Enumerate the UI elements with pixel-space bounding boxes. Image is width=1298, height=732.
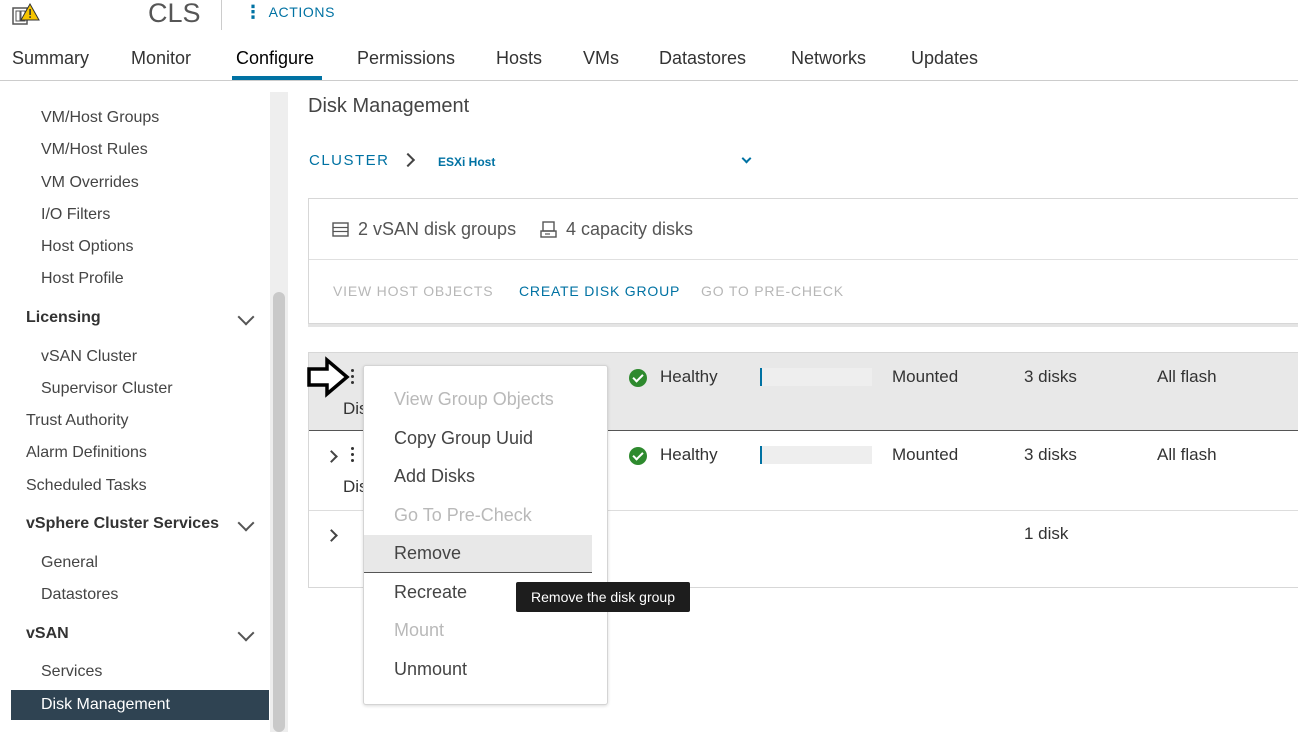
- breadcrumb-cluster-link[interactable]: CLUSTER: [309, 152, 390, 169]
- row-actions-kebab[interactable]: [351, 447, 355, 465]
- tab-vms[interactable]: VMs: [583, 48, 619, 69]
- breadcrumb-host-select[interactable]: ESXi Host: [438, 155, 495, 169]
- tab-monitor[interactable]: Monitor: [131, 48, 191, 69]
- view-host-objects-link[interactable]: VIEW HOST OBJECTS: [333, 283, 493, 299]
- disk-group-icon: [332, 221, 349, 237]
- tab-bar: Summary Monitor Configure Permissions Ho…: [0, 46, 1298, 81]
- tab-updates[interactable]: Updates: [911, 48, 978, 69]
- disk-count: 3 disks: [1024, 367, 1077, 386]
- menu-item-view-group-objects[interactable]: View Group Objects: [394, 389, 554, 410]
- sidebar-item-general[interactable]: General: [41, 554, 98, 572]
- sidebar-item-vm-overrides[interactable]: VM Overrides: [41, 174, 139, 192]
- menu-item-add-disks[interactable]: Add Disks: [394, 466, 475, 487]
- tab-datastores[interactable]: Datastores: [659, 48, 746, 69]
- sidebar-scrollbar-thumb[interactable]: [273, 292, 285, 732]
- menu-item-go-to-precheck[interactable]: Go To Pre-Check: [394, 505, 532, 526]
- chevron-right-icon: [400, 152, 416, 168]
- vertical-dots-icon: ⋮: [244, 2, 263, 22]
- menu-item-mount[interactable]: Mount: [394, 620, 444, 641]
- summary-card: [308, 198, 1298, 324]
- chevron-down-icon[interactable]: [237, 308, 255, 326]
- disk-count: 1 disk: [1024, 524, 1069, 543]
- sidebar-item-scheduled-tasks[interactable]: Scheduled Tasks: [26, 477, 147, 495]
- capacity-bar: [760, 446, 872, 464]
- capacity-disks-stat: 4 capacity disks: [540, 219, 693, 240]
- capacity-disk-icon: [540, 220, 557, 238]
- sidebar-item-supervisor-cluster[interactable]: Supervisor Cluster: [41, 380, 173, 398]
- sidebar-item-trust-authority[interactable]: Trust Authority: [26, 412, 129, 430]
- disk-groups-count: 2 vSAN disk groups: [358, 219, 517, 239]
- capacity-bar: [760, 368, 872, 386]
- sidebar-item-vm-host-groups[interactable]: VM/Host Groups: [41, 109, 159, 127]
- chevron-down-icon[interactable]: [237, 624, 255, 642]
- sidebar-item-datastores[interactable]: Datastores: [41, 586, 118, 604]
- header-separator: [221, 0, 222, 30]
- menu-item-copy-group-uuid[interactable]: Copy Group Uuid: [394, 428, 533, 449]
- sidebar-item-host-options[interactable]: Host Options: [41, 238, 133, 256]
- go-to-precheck-link[interactable]: GO TO PRE-CHECK: [701, 283, 844, 299]
- menu-item-remove[interactable]: Remove: [394, 543, 461, 564]
- disk-type: All flash: [1157, 445, 1217, 464]
- tab-networks[interactable]: Networks: [791, 48, 866, 69]
- pointer-arrow-icon: [307, 356, 351, 400]
- sidebar-item-io-filters[interactable]: I/O Filters: [41, 206, 110, 224]
- capacity-disks-count: 4 capacity disks: [566, 219, 694, 239]
- sidebar-item-vm-host-rules[interactable]: VM/Host Rules: [41, 141, 148, 159]
- tab-permissions[interactable]: Permissions: [357, 48, 455, 69]
- actions-menu-button[interactable]: ⋮ ACTIONS: [244, 2, 336, 22]
- sidebar-item-vsan-cluster[interactable]: vSAN Cluster: [41, 348, 137, 366]
- tab-configure[interactable]: Configure: [236, 48, 314, 69]
- sidebar-section-licensing[interactable]: Licensing: [26, 309, 101, 327]
- mount-state: Mounted: [892, 367, 959, 386]
- disk-count: 3 disks: [1024, 445, 1077, 464]
- healthy-check-icon: [629, 447, 647, 465]
- disk-type: All flash: [1157, 367, 1217, 386]
- menu-item-unmount[interactable]: Unmount: [394, 659, 467, 680]
- sidebar-item-host-profile[interactable]: Host Profile: [41, 270, 124, 288]
- card-divider: [309, 259, 1298, 260]
- sidebar-section-vsan[interactable]: vSAN: [26, 625, 69, 643]
- sidebar-section-vcls[interactable]: vSphere Cluster Services: [26, 515, 219, 533]
- healthy-check-icon: [629, 369, 647, 387]
- object-title: CLS: [148, 0, 201, 28]
- cluster-warning-icon: [12, 2, 40, 26]
- mount-state: Mounted: [892, 445, 959, 464]
- page-title: Disk Management: [308, 95, 470, 117]
- sidebar-item-alarm-definitions[interactable]: Alarm Definitions: [26, 444, 147, 462]
- active-tab-indicator: [232, 76, 322, 80]
- row-actions-kebab[interactable]: [351, 369, 355, 387]
- chevron-down-icon[interactable]: [237, 514, 255, 532]
- actions-label: ACTIONS: [268, 4, 336, 20]
- create-disk-group-link[interactable]: CREATE DISK GROUP: [519, 283, 680, 299]
- tab-summary[interactable]: Summary: [12, 48, 89, 69]
- menu-item-recreate[interactable]: Recreate: [394, 582, 467, 603]
- chevron-down-icon[interactable]: [741, 153, 752, 164]
- tab-hosts[interactable]: Hosts: [496, 48, 542, 69]
- disk-groups-stat: 2 vSAN disk groups: [332, 219, 516, 240]
- sidebar-item-disk-management[interactable]: Disk Management: [41, 696, 170, 714]
- sidebar-item-services[interactable]: Services: [41, 663, 102, 681]
- tooltip: Remove the disk group: [516, 582, 690, 612]
- health-status: Healthy: [660, 367, 718, 386]
- health-status: Healthy: [660, 445, 718, 464]
